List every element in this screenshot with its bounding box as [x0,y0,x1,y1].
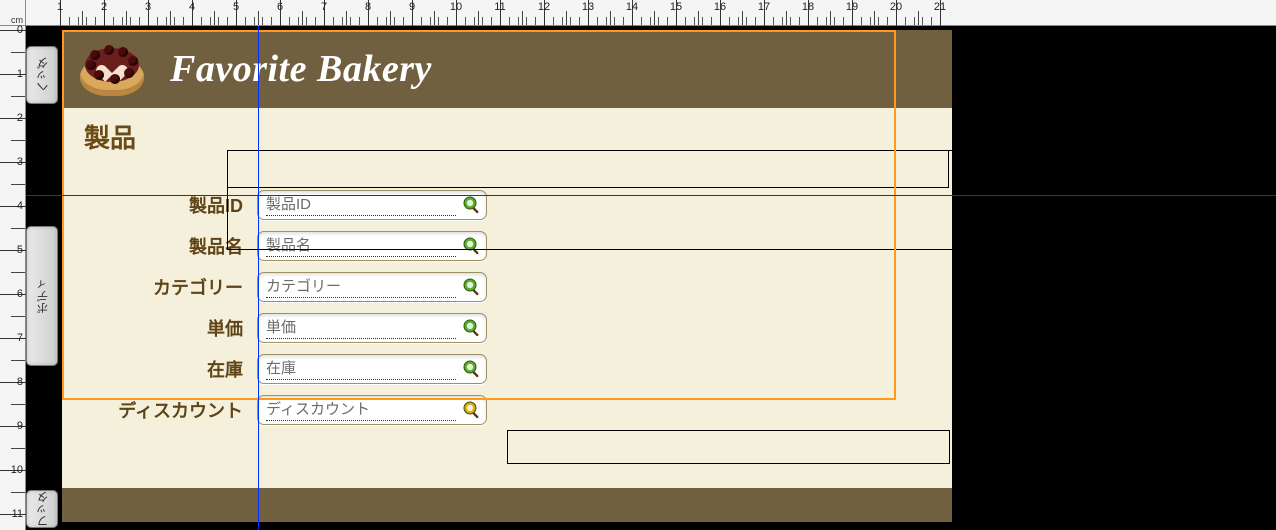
ruler-h-label: 3 [145,1,151,13]
part-tab-header-label: ヘッダ [34,57,51,93]
ruler-h-label: 6 [277,1,283,13]
part-tab-footer[interactable]: フッタ [26,490,58,528]
body-band: 製品 製品ID 製品ID 製品名製品名 カテゴリーカテゴリー 単価単価 在庫在庫 … [62,108,952,488]
ruler-h-label: 20 [890,1,902,13]
ruler-h-label: 9 [409,1,415,13]
ruler-unit: cm [0,0,26,26]
header-band: Favorite Bakery [62,30,952,108]
ruler-h-label: 8 [365,1,371,13]
ruler-h-label: 19 [846,1,858,13]
form-row: 在庫在庫 [62,348,952,389]
ruler-h-label: 7 [321,1,327,13]
field-placeholder: 在庫 [266,357,456,380]
field-input[interactable]: 製品名 [257,231,487,261]
field-label: カテゴリー [62,274,257,300]
ruler-h-label: 17 [758,1,770,13]
ruler-h-label: 11 [494,1,505,13]
ruler-h-label: 13 [582,1,594,13]
magnifier-icon[interactable] [462,277,482,297]
ruler-v-label: 2 [17,112,23,124]
magnifier-icon[interactable] [462,195,482,215]
part-tab-body-label: ボディ [34,278,51,314]
field-placeholder: カテゴリー [266,275,456,298]
ruler-h-label: 2 [101,1,107,13]
ruler-h-label: 10 [450,1,462,13]
field-label: 製品ID [62,192,257,218]
form-row: ディスカウントディスカウント [62,389,952,430]
field-label: 製品名 [62,233,257,259]
field-placeholder: 製品ID [266,193,456,216]
ruler-h-label: 21 [934,1,946,13]
ruler-h-label: 18 [802,1,814,13]
field-label: 在庫 [62,356,257,382]
vertical-ruler[interactable]: 0 1 2 3 4 5 6 7 8 9 10 11 [0,26,26,530]
field-placeholder: ディスカウント [266,398,456,421]
logo-cake-icon [78,40,148,98]
field-label: 単価 [62,315,257,341]
ruler-v-label: 8 [17,376,23,388]
ruler-v-label: 6 [17,288,23,300]
magnifier-icon[interactable] [462,318,482,338]
ruler-v-label: 0 [17,24,23,36]
section-title: 製品 [84,118,136,155]
ruler-h-label: 16 [714,1,726,13]
ruler-v-label: 5 [17,244,23,256]
ruler-v-label: 4 [17,200,23,212]
ruler-v-label: 7 [17,332,23,344]
magnifier-icon[interactable] [462,236,482,256]
form-row: カテゴリーカテゴリー [62,266,952,307]
form-row: 単価単価 [62,307,952,348]
form: 製品ID 製品ID 製品名製品名 カテゴリーカテゴリー 単価単価 在庫在庫 ディス… [62,184,952,430]
layout-canvas[interactable]: Favorite Bakery 製品 製品ID 製品ID 製品名製品名 カテゴリー… [58,26,1276,530]
form-row: 製品ID 製品ID [62,184,952,225]
ruler-h-label: 4 [189,1,195,13]
field-placeholder: 製品名 [266,234,456,257]
part-tab-header[interactable]: ヘッダ [26,46,58,104]
field-input[interactable]: 単価 [257,313,487,343]
ruler-h-label: 15 [670,1,682,13]
ruler-h-label: 14 [626,1,638,13]
ruler-h-label: 5 [233,1,239,13]
field-input[interactable]: カテゴリー [257,272,487,302]
layout-page[interactable]: Favorite Bakery 製品 製品ID 製品ID 製品名製品名 カテゴリー… [62,30,952,524]
ruler-h-label: 1 [57,1,63,13]
field-input[interactable]: ディスカウント [257,395,487,425]
header-title: Favorite Bakery [170,47,432,91]
field-placeholder: 単価 [266,316,456,339]
form-row: 製品名製品名 [62,225,952,266]
ruler-v-label: 10 [11,464,23,476]
field-input[interactable]: 在庫 [257,354,487,384]
part-tab-body[interactable]: ボディ [26,226,58,366]
field-input[interactable]: 製品ID [257,190,487,220]
ruler-v-label: 11 [12,508,23,520]
field-label: ディスカウント [62,397,257,423]
part-tab-footer-label: フッタ [34,491,51,527]
ruler-v-label: 9 [17,420,23,432]
ruler-v-label: 1 [17,68,23,80]
ruler-v-label: 3 [17,156,23,168]
magnifier-icon[interactable] [462,400,482,420]
horizontal-ruler[interactable]: 123456789101112131415161718192021 [26,0,1276,26]
magnifier-icon[interactable] [462,359,482,379]
ruler-h-label: 12 [538,1,550,13]
footer-band [62,488,952,522]
